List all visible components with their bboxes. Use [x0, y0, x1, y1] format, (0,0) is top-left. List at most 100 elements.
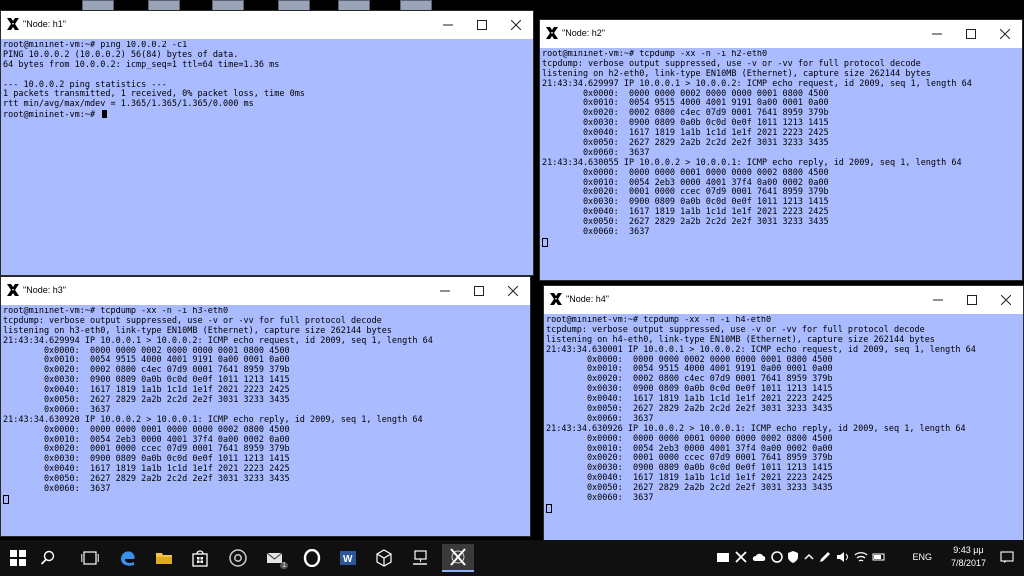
mail-badge: 1: [280, 562, 288, 569]
search-button[interactable]: [34, 544, 62, 572]
speaker-icon[interactable]: [836, 550, 850, 564]
minimize-icon: [440, 290, 450, 292]
xming-tray-icon[interactable]: [734, 550, 748, 564]
close-icon: [1001, 295, 1011, 305]
network-app-button[interactable]: [406, 544, 434, 572]
terminal-line: 0x0060: 3637: [3, 484, 111, 495]
windows-logo-icon: [10, 550, 26, 566]
terminal-output[interactable]: root@mininet-vm:~# tcpdump -xx -n -i h3-…: [3, 307, 528, 536]
wifi-icon[interactable]: [854, 550, 868, 564]
terminal-line: [3, 494, 528, 508]
text-cursor: [542, 237, 548, 247]
minimize-button[interactable]: [428, 277, 462, 305]
search-icon: [40, 550, 55, 565]
maximize-icon: [966, 29, 976, 39]
window-title: "Node: h2": [562, 28, 605, 38]
maximize-button[interactable]: [954, 20, 988, 48]
window-title: "Node: h4": [566, 294, 609, 304]
close-icon: [508, 286, 518, 296]
title-bar[interactable]: "Node: h2": [540, 20, 1022, 48]
terminal-line: [546, 503, 1021, 517]
xming-button[interactable]: [442, 544, 474, 572]
terminal-window-h1[interactable]: "Node: h1" root@mininet-vm:~# ping 10.0.0…: [0, 10, 534, 276]
text-cursor: [546, 503, 552, 513]
title-bar[interactable]: "Node: h4": [544, 286, 1023, 314]
language-indicator[interactable]: ENG: [912, 552, 932, 562]
store-button[interactable]: [186, 544, 214, 572]
terminal-line: root@mininet-vm:~#: [3, 110, 531, 120]
word-button[interactable]: W: [334, 544, 362, 572]
close-button[interactable]: [496, 277, 530, 305]
file-explorer-button[interactable]: [150, 544, 178, 572]
maximize-button[interactable]: [462, 277, 496, 305]
3d-builder-button[interactable]: [370, 544, 398, 572]
text-cursor: [102, 110, 108, 119]
mail-button[interactable]: 1: [262, 544, 290, 572]
taskbar: 1 W ENG 9:43 μμ 7/8/2017: [0, 540, 1024, 576]
close-button[interactable]: [989, 286, 1023, 314]
store-bag-icon: [192, 550, 208, 567]
minimize-icon: [443, 24, 453, 26]
network-computer-icon: [413, 550, 427, 565]
terminal-line: 0x0060: 3637: [546, 493, 654, 504]
word-icon: W: [340, 551, 356, 565]
title-bar[interactable]: "Node: h3": [1, 277, 530, 305]
minimize-button[interactable]: [431, 11, 465, 39]
chrome-button[interactable]: [224, 544, 252, 572]
show-hidden-icons-icon[interactable]: [802, 550, 816, 564]
app-tray-icon[interactable]: [716, 550, 730, 564]
close-button[interactable]: [499, 11, 533, 39]
clock-date: 7/8/2017: [950, 558, 986, 568]
task-view-icon: [81, 551, 99, 565]
folder-icon: [156, 553, 172, 564]
maximize-icon: [474, 286, 484, 296]
edge-icon: [121, 551, 135, 566]
clock[interactable]: 9:43 μμ 7/8/2017: [951, 544, 986, 570]
maximize-icon: [477, 20, 487, 30]
clock-time: 9:43 μμ: [953, 545, 984, 555]
maximize-button[interactable]: [955, 286, 989, 314]
x-window-icon: [548, 291, 564, 307]
terminal-window-h2[interactable]: "Node: h2" root@mininet-vm:~# tcpdump -xx…: [539, 19, 1023, 281]
close-icon: [511, 20, 521, 30]
terminal-window-h4[interactable]: "Node: h4" root@mininet-vm:~# tcpdump -xx…: [543, 285, 1024, 546]
x-window-icon: [544, 25, 560, 41]
edge-browser-button[interactable]: [114, 544, 142, 572]
cloud-icon[interactable]: [752, 550, 766, 564]
svg-text:W: W: [343, 554, 353, 565]
close-button[interactable]: [988, 20, 1022, 48]
terminal-line: 64 bytes from 10.0.0.2: icmp_seq=1 ttl=6…: [3, 59, 280, 70]
maximize-button[interactable]: [465, 11, 499, 39]
chrome-icon: [229, 549, 247, 567]
opera-button[interactable]: [298, 544, 326, 572]
terminal-output[interactable]: root@mininet-vm:~# tcpdump -xx -n -i h2-…: [542, 50, 1020, 280]
terminal-line: 0x0060: 3637: [542, 227, 650, 238]
terminal-window-h3[interactable]: "Node: h3" root@mininet-vm:~# tcpdump -xx…: [0, 276, 531, 537]
text-cursor: [3, 494, 9, 504]
title-bar[interactable]: "Node: h1": [1, 11, 533, 39]
opera-icon: [303, 549, 321, 567]
terminal-line: rtt min/avg/max/mdev = 1.365/1.365/1.365…: [3, 99, 254, 110]
window-title: "Node: h1": [23, 19, 66, 29]
minimize-icon: [932, 33, 942, 35]
start-button[interactable]: [4, 544, 32, 572]
minimize-button[interactable]: [921, 286, 955, 314]
security-icon[interactable]: [786, 550, 800, 564]
power-icon[interactable]: [872, 550, 886, 564]
window-title: "Node: h3": [23, 285, 66, 295]
minimize-icon: [933, 299, 943, 301]
edit-icon[interactable]: [818, 550, 832, 564]
cube-icon: [376, 549, 392, 567]
close-icon: [1000, 29, 1010, 39]
task-view-button[interactable]: [76, 544, 104, 572]
terminal-line: [542, 237, 1020, 251]
x-window-icon: [5, 282, 21, 298]
tray-app-icon[interactable]: [770, 550, 784, 564]
maximize-icon: [967, 295, 977, 305]
minimize-button[interactable]: [920, 20, 954, 48]
terminal-output[interactable]: root@mininet-vm:~# ping 10.0.0.2 -c1 PING…: [3, 41, 531, 275]
notifications-icon[interactable]: [1000, 550, 1014, 564]
x-server-icon: [450, 548, 466, 566]
terminal-output[interactable]: root@mininet-vm:~# tcpdump -xx -n -i h4-…: [546, 316, 1021, 545]
x-window-icon: [5, 16, 21, 32]
